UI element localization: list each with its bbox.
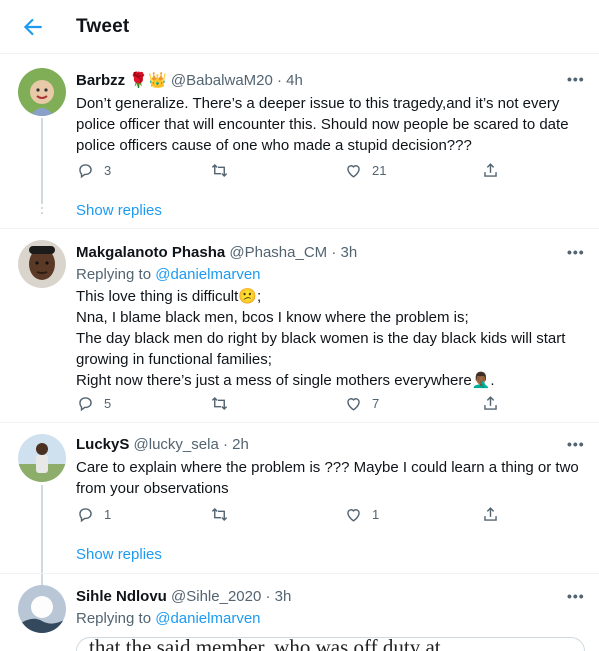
reply-icon: [79, 397, 92, 412]
retweet-icon: [211, 163, 228, 178]
media-text: that the said member, who was off duty a…: [89, 637, 441, 651]
thread-dots: [40, 202, 44, 217]
tweet-author[interactable]: LuckyS @lucky_sela · 2h: [76, 436, 249, 453]
avatar[interactable]: [18, 68, 66, 116]
divider: [0, 422, 599, 423]
retweet-button[interactable]: [210, 161, 238, 180]
divider: [0, 228, 599, 229]
tweet-media[interactable]: that the said member, who was off duty a…: [76, 637, 585, 651]
replying-to-handle[interactable]: @danielmarven: [155, 610, 260, 627]
thread-dots: [40, 546, 44, 561]
replying-to-label: Replying to: [76, 266, 156, 283]
tweet-author[interactable]: Barbzz 🌹👑 @BabalwaM20 · 4h: [76, 71, 303, 89]
more-icon[interactable]: •••: [567, 244, 585, 260]
like-count: 1: [372, 507, 380, 522]
page-title: Tweet: [76, 16, 130, 37]
tweet-author[interactable]: Sihle Ndlovu @Sihle_2020 · 3h: [76, 588, 291, 605]
tweet-text: Care to explain where the problem is ???…: [76, 459, 579, 497]
retweet-icon: [211, 507, 228, 522]
reply-icon: [79, 508, 92, 523]
like-button[interactable]: 21: [344, 161, 386, 180]
replying-to-handle[interactable]: @danielmarven: [155, 266, 260, 283]
tweet-actions: 5 7: [76, 394, 516, 416]
more-icon[interactable]: •••: [567, 588, 585, 604]
like-icon: [347, 398, 360, 411]
share-icon: [484, 163, 497, 177]
tweet-text: This love thing is difficult😕; Nna, I bl…: [76, 288, 566, 389]
like-count: 21: [372, 163, 387, 178]
like-count: 7: [372, 396, 380, 411]
like-icon: [347, 165, 360, 178]
author-handle-time[interactable]: @BabalwaM20 · 4h: [171, 72, 303, 89]
reply-icon: [79, 164, 92, 179]
retweet-button[interactable]: [210, 394, 238, 413]
author-name[interactable]: Sihle Ndlovu: [76, 588, 167, 605]
retweet-icon: [211, 396, 228, 411]
author-name[interactable]: Barbzz: [76, 72, 125, 89]
like-button[interactable]: 1: [344, 505, 379, 524]
tweet-actions: 3 21: [76, 161, 516, 183]
tweet-sihle[interactable]: Sihle Ndlovu @Sihle_2020 · 3h ••• Replyi…: [0, 574, 599, 651]
share-button[interactable]: [481, 394, 500, 413]
replying-to: Replying to @danielmarven: [76, 266, 261, 283]
replying-to: Replying to @danielmarven: [76, 610, 261, 627]
share-button[interactable]: [481, 161, 500, 180]
reply-button[interactable]: 1: [76, 505, 111, 524]
reply-button[interactable]: 5: [76, 394, 111, 413]
like-icon: [347, 509, 360, 522]
like-button[interactable]: 7: [344, 394, 379, 413]
author-handle-time[interactable]: @Phasha_CM · 3h: [229, 244, 357, 261]
reply-count: 3: [104, 163, 112, 178]
share-icon: [484, 396, 497, 410]
show-replies-link[interactable]: Show replies: [76, 546, 162, 563]
author-name[interactable]: LuckyS: [76, 436, 129, 453]
avatar[interactable]: [18, 434, 66, 482]
author-emoji: 🌹👑: [129, 72, 167, 89]
thread-line: [41, 118, 43, 204]
more-icon[interactable]: •••: [567, 436, 585, 452]
tweet-text: Don’t generalize. There’s a deeper issue…: [76, 95, 569, 154]
share-button[interactable]: [481, 505, 500, 524]
reply-count: 5: [104, 396, 112, 411]
share-icon: [484, 507, 497, 521]
author-name[interactable]: Makgalanoto Phasha: [76, 244, 225, 261]
author-handle-time[interactable]: @Sihle_2020 · 3h: [171, 588, 291, 605]
show-replies-link[interactable]: Show replies: [76, 202, 162, 219]
avatar[interactable]: [18, 585, 66, 633]
author-handle-time[interactable]: @lucky_sela · 2h: [134, 436, 249, 453]
reply-button[interactable]: 3: [76, 161, 111, 180]
tweet-author[interactable]: Makgalanoto Phasha @Phasha_CM · 3h: [76, 244, 357, 261]
page-header: Tweet: [0, 0, 599, 54]
tweet-actions: 1 1: [76, 505, 516, 527]
back-arrow-icon[interactable]: [20, 14, 46, 40]
avatar[interactable]: [18, 240, 66, 288]
replying-to-label: Replying to: [76, 610, 156, 627]
more-icon[interactable]: •••: [567, 71, 585, 87]
retweet-button[interactable]: [210, 505, 238, 524]
reply-count: 1: [104, 507, 112, 522]
